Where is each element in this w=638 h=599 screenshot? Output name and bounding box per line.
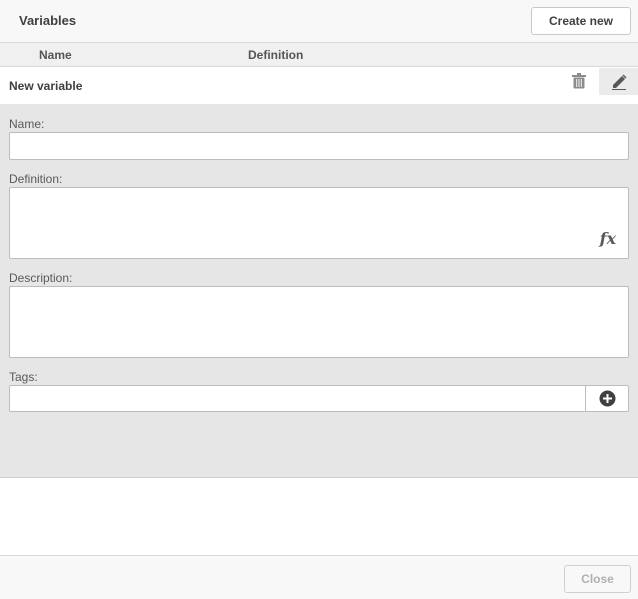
definition-input[interactable]: [10, 188, 628, 258]
definition-field-wrapper: fx: [9, 187, 629, 259]
column-header-row: Name Definition: [0, 43, 638, 67]
add-tag-button[interactable]: [585, 386, 628, 411]
tags-field-wrapper: [9, 385, 629, 412]
column-header-definition[interactable]: Definition: [248, 48, 303, 62]
description-label: Description:: [9, 271, 73, 285]
dialog-title: Variables: [19, 13, 77, 28]
expression-editor-icon[interactable]: fx: [600, 229, 616, 248]
dialog-footer: Close: [0, 555, 638, 599]
tags-input[interactable]: [10, 386, 580, 411]
name-input[interactable]: [10, 133, 628, 159]
description-field-wrapper: [9, 286, 629, 358]
create-new-button[interactable]: Create new: [531, 7, 631, 35]
delete-button[interactable]: [566, 68, 592, 94]
description-input[interactable]: [10, 287, 628, 357]
close-button[interactable]: Close: [564, 565, 631, 593]
column-header-name[interactable]: Name: [39, 48, 72, 62]
plus-circle-icon: [599, 390, 615, 407]
tags-label: Tags:: [9, 370, 38, 384]
name-label: Name:: [9, 117, 45, 131]
trash-icon: [572, 73, 586, 89]
dialog-header: Variables Create new: [0, 0, 638, 43]
variable-edit-panel: Name: Definition: fx Description: Tags:: [0, 104, 638, 478]
name-field-wrapper: [9, 132, 629, 160]
definition-label: Definition:: [9, 172, 63, 186]
variable-name-label: New variable: [9, 79, 83, 93]
pencil-icon: [611, 73, 627, 90]
variable-row[interactable]: New variable: [0, 67, 638, 104]
edit-button[interactable]: [599, 68, 638, 95]
